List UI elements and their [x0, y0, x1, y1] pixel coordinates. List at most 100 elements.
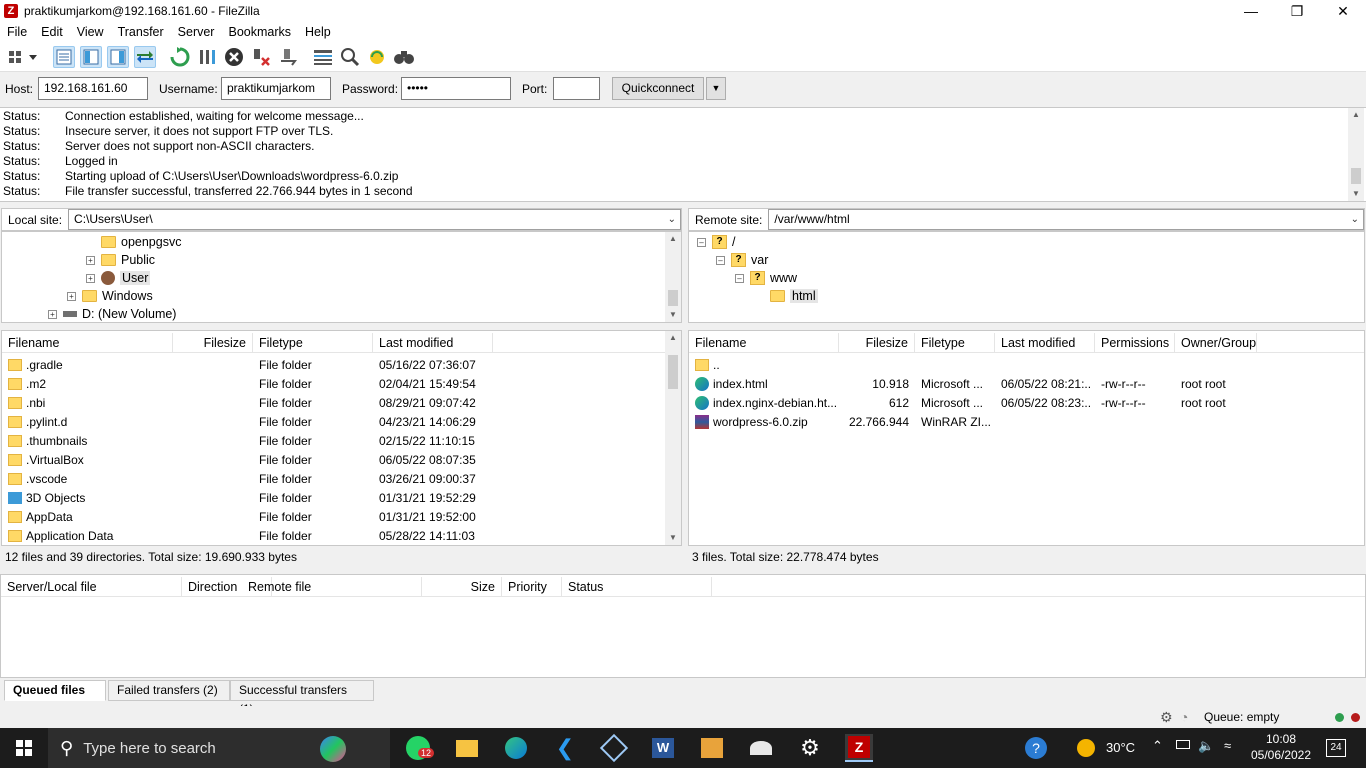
- file-row[interactable]: .vscode File folder 03/26/21 09:00:37: [2, 470, 665, 489]
- file-row[interactable]: index.html 10.918 Microsoft ... 06/05/22 08…: [689, 375, 1364, 394]
- weather-icon[interactable]: [1072, 734, 1100, 762]
- file-row[interactable]: .pylint.d File folder 04/23/21 14:06:29: [2, 413, 665, 432]
- tree-item-d-drive[interactable]: + D: (New Volume): [48, 305, 176, 323]
- column-priority[interactable]: Priority: [502, 577, 562, 597]
- column-filename[interactable]: Filename: [689, 333, 839, 353]
- expand-icon[interactable]: +: [48, 309, 57, 319]
- menu-view[interactable]: View: [70, 25, 111, 39]
- settings-gear-icon[interactable]: ⚙: [796, 734, 824, 762]
- column-filename[interactable]: Filename: [2, 333, 173, 353]
- chevron-down-icon[interactable]: ⌄: [1351, 210, 1359, 229]
- column-permissions[interactable]: Permissions: [1095, 333, 1175, 353]
- toggle-log-icon[interactable]: [53, 46, 75, 68]
- column-server-local-file[interactable]: Server/Local file: [1, 577, 182, 597]
- gear-icon[interactable]: ⚙: [1160, 709, 1173, 726]
- volume-icon[interactable]: 🔈: [1198, 738, 1214, 754]
- file-explorer-icon[interactable]: [453, 734, 481, 762]
- column-last-modified[interactable]: Last modified: [373, 333, 493, 353]
- scroll-down-icon[interactable]: ▼: [1348, 187, 1364, 201]
- tree-item-user[interactable]: + User: [86, 269, 151, 287]
- expand-icon[interactable]: +: [86, 255, 95, 265]
- speed-limit-icon[interactable]: ◔: [1180, 709, 1188, 725]
- file-row[interactable]: .gradle File folder 05/16/22 07:36:07: [2, 356, 665, 375]
- filezilla-taskbar-icon[interactable]: Z: [845, 734, 873, 762]
- log-scrollbar[interactable]: ▲ ▼: [1348, 108, 1364, 201]
- scroll-down-icon[interactable]: ▼: [665, 308, 681, 322]
- vscode-icon[interactable]: ❮: [551, 734, 579, 762]
- battery-icon[interactable]: [1176, 740, 1190, 749]
- notifications-icon[interactable]: 24: [1326, 739, 1346, 757]
- column-filesize[interactable]: Filesize: [173, 333, 253, 353]
- column-filetype[interactable]: Filetype: [915, 333, 995, 353]
- cisco-packet-tracer-icon[interactable]: [698, 734, 726, 762]
- wifi-icon[interactable]: ≈: [1224, 738, 1231, 753]
- column-size[interactable]: Size: [422, 577, 502, 597]
- file-row-parent[interactable]: ..: [689, 356, 1364, 375]
- reconnect-icon[interactable]: [277, 46, 299, 68]
- scroll-down-icon[interactable]: ▼: [665, 531, 681, 545]
- menu-file[interactable]: File: [0, 25, 34, 39]
- quickconnect-dropdown-icon[interactable]: ▼: [706, 77, 726, 100]
- minimize-button[interactable]: —: [1228, 0, 1274, 22]
- file-row[interactable]: Application Data File folder 05/28/22 14:1…: [2, 527, 665, 546]
- local-list-scrollbar[interactable]: ▲ ▼: [665, 331, 681, 545]
- tree-item-public[interactable]: + Public: [86, 251, 155, 269]
- expand-icon[interactable]: +: [67, 291, 76, 301]
- tree-item-www[interactable]: –? www: [735, 269, 797, 287]
- maximize-button[interactable]: ❐: [1274, 0, 1320, 22]
- file-row[interactable]: .m2 File folder 02/04/21 15:49:54: [2, 375, 665, 394]
- collapse-icon[interactable]: –: [716, 255, 725, 265]
- process-queue-icon[interactable]: [196, 46, 218, 68]
- disconnect-icon[interactable]: [250, 46, 272, 68]
- find-files-icon[interactable]: [393, 46, 415, 68]
- clock-time[interactable]: 10:08: [1259, 732, 1303, 746]
- tree-item-root[interactable]: –? /: [697, 233, 735, 251]
- tab-successful-transfers[interactable]: Successful transfers (1): [230, 680, 374, 716]
- word-icon[interactable]: W: [649, 734, 677, 762]
- file-row[interactable]: AppData File folder 01/31/21 19:52:00: [2, 508, 665, 527]
- refresh-icon[interactable]: [169, 46, 191, 68]
- site-manager-icon[interactable]: [6, 46, 40, 68]
- tree-item-openpgsvc[interactable]: openpgsvc: [101, 233, 181, 251]
- scroll-up-icon[interactable]: ▲: [1348, 108, 1364, 122]
- tree-item-var[interactable]: –? var: [716, 251, 768, 269]
- tree-item-windows[interactable]: + Windows: [67, 287, 153, 305]
- collapse-icon[interactable]: –: [735, 273, 744, 283]
- clock-date[interactable]: 05/06/2022: [1249, 748, 1313, 762]
- close-button[interactable]: ✕: [1320, 0, 1366, 22]
- column-filetype[interactable]: Filetype: [253, 333, 373, 353]
- taskbar-search[interactable]: ⚲ Type here to search: [48, 728, 390, 768]
- menu-edit[interactable]: Edit: [34, 25, 70, 39]
- port-input[interactable]: [553, 77, 600, 100]
- chevron-down-icon[interactable]: ⌄: [668, 210, 676, 229]
- virtualbox-icon[interactable]: [599, 733, 629, 763]
- menu-bookmarks[interactable]: Bookmarks: [221, 25, 298, 39]
- whatsapp-icon[interactable]: 12: [404, 734, 435, 762]
- file-row[interactable]: .nbi File folder 08/29/21 09:07:42: [2, 394, 665, 413]
- file-row[interactable]: .VirtualBox File folder 06/05/22 08:07:35: [2, 451, 665, 470]
- edge-browser-icon[interactable]: [502, 734, 530, 762]
- remote-path-input[interactable]: /var/www/html ⌄: [768, 209, 1364, 230]
- username-input[interactable]: praktikumjarkom: [221, 77, 331, 100]
- file-row[interactable]: wordpress-6.0.zip 22.766.944 WinRAR ZI...: [689, 413, 1364, 432]
- column-last-modified[interactable]: Last modified: [995, 333, 1095, 353]
- column-owner-group[interactable]: Owner/Group: [1175, 333, 1257, 353]
- tab-queued-files[interactable]: Queued files: [4, 680, 106, 701]
- cancel-operation-icon[interactable]: [223, 46, 245, 68]
- host-input[interactable]: 192.168.161.60: [38, 77, 148, 100]
- menu-help[interactable]: Help: [298, 25, 338, 39]
- help-icon[interactable]: ?: [1022, 734, 1050, 762]
- compare-directories-icon[interactable]: [339, 46, 361, 68]
- scroll-thumb[interactable]: [668, 355, 678, 389]
- file-row[interactable]: index.nginx-debian.ht... 612 Microsoft ...…: [689, 394, 1364, 413]
- column-remote-file[interactable]: Remote file: [242, 577, 422, 597]
- network-app-icon[interactable]: [747, 734, 775, 762]
- quickconnect-button[interactable]: Quickconnect: [612, 77, 704, 100]
- scroll-thumb[interactable]: [1351, 168, 1361, 184]
- toggle-remote-tree-icon[interactable]: [107, 46, 129, 68]
- local-path-input[interactable]: C:\Users\User\ ⌄: [68, 209, 681, 230]
- scroll-up-icon[interactable]: ▲: [665, 232, 681, 246]
- menu-server[interactable]: Server: [171, 25, 222, 39]
- synchronized-browsing-icon[interactable]: [366, 46, 388, 68]
- file-row[interactable]: .thumbnails File folder 02/15/22 11:10:15: [2, 432, 665, 451]
